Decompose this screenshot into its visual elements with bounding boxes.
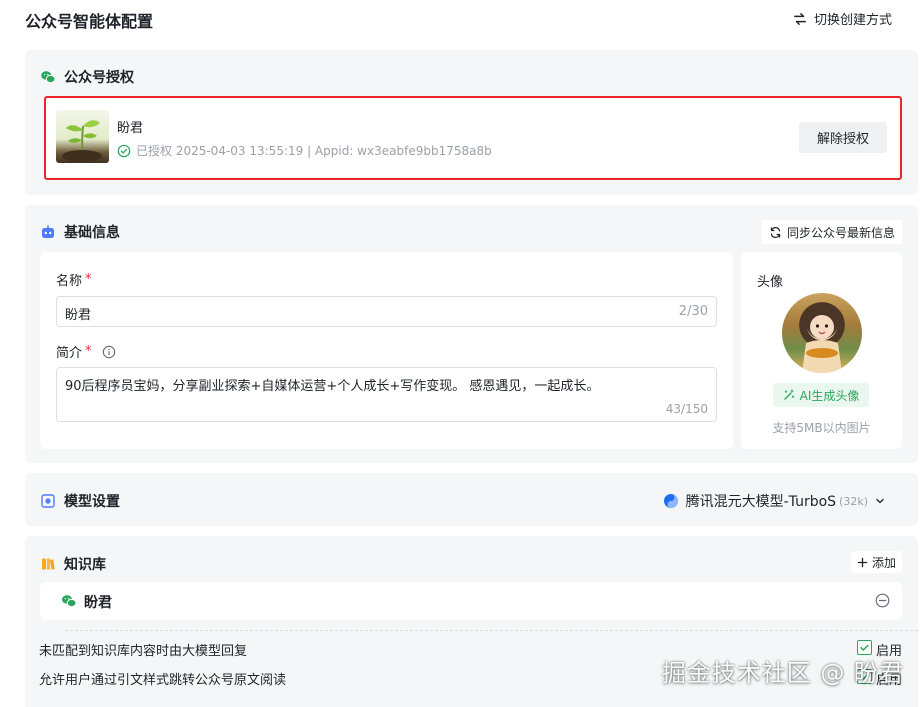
plus-icon — [857, 557, 868, 567]
check-circle-icon — [117, 144, 131, 157]
robot-icon — [40, 224, 56, 240]
knowledge-item: 盼君 — [40, 582, 902, 620]
desc-label-text: 简介 — [56, 346, 83, 361]
description-value: 90后程序员宝妈，分享副业探索+自媒体运营+个人成长+写作变现。 感恩遇见，一起… — [65, 379, 600, 394]
fallback-reply-label: 未匹配到知识库内容时由大模型回复 — [39, 644, 248, 659]
wechat-icon — [62, 595, 77, 608]
name-char-count: 2/30 — [678, 304, 708, 319]
wechat-icon — [40, 69, 56, 85]
auth-status: 已授权 2025-04-03 13:55:19 | Appid: wx3eabf… — [117, 142, 492, 159]
knowledge-item-name: 盼君 — [84, 595, 112, 611]
book-icon — [40, 556, 56, 572]
citation-jump-checkbox[interactable] — [857, 669, 872, 684]
required-mark: * — [85, 272, 92, 287]
model-settings-card: 模型设置 腾讯混元大模型-TurboS (32k) — [25, 473, 918, 526]
account-avatar — [56, 110, 109, 163]
magic-wand-icon — [783, 389, 794, 400]
check-icon — [860, 644, 869, 651]
ai-generate-avatar-label: AI生成头像 — [799, 388, 860, 403]
avatar-panel: 头像 AI生成头像 支持5MB以内图片 — [741, 252, 902, 449]
auth-account-box: 盼君 已授权 2025-04-03 13:55:19 | Appid: wx3e… — [44, 96, 902, 180]
account-name: 盼君 — [117, 121, 144, 136]
fallback-reply-option: 未匹配到知识库内容时由大模型回复 启用 — [39, 638, 902, 659]
swap-icon — [794, 12, 806, 25]
auth-card-header: 公众号授权 — [40, 67, 134, 87]
auth-meta-text: 已授权 2025-04-03 13:55:19 | Appid: wx3eabf… — [136, 144, 492, 158]
model-cube-icon — [40, 493, 56, 509]
auth-card-title: 公众号授权 — [64, 70, 134, 86]
avatar-size-hint: 支持5MB以内图片 — [772, 421, 871, 435]
add-knowledge-label: 添加 — [871, 555, 896, 570]
basic-info-header: 基础信息 — [40, 222, 120, 242]
citation-jump-label: 允许用户通过引文样式跳转公众号原文阅读 — [39, 673, 287, 688]
name-label-text: 名称 — [56, 274, 83, 289]
required-mark: * — [85, 344, 92, 359]
basic-info-title: 基础信息 — [64, 225, 120, 241]
page-title: 公众号智能体配置 — [25, 12, 154, 31]
avatar-image[interactable] — [782, 293, 862, 373]
divider — [65, 630, 918, 631]
sync-info-label: 同步公众号最新信息 — [786, 225, 895, 240]
fallback-reply-checkbox[interactable] — [857, 640, 872, 655]
citation-jump-option: 允许用户通过引文样式跳转公众号原文阅读 启用 — [39, 667, 902, 688]
name-field-label: 名称 * — [56, 270, 92, 289]
switch-create-mode-button[interactable]: 切换创建方式 — [793, 9, 892, 28]
fallback-reply-enable-label: 启用 — [875, 644, 902, 659]
switch-create-mode-label: 切换创建方式 — [813, 13, 892, 28]
avatar-label: 头像 — [757, 275, 784, 290]
model-settings-title: 模型设置 — [64, 494, 120, 510]
name-input-value: 盼君 — [65, 308, 92, 323]
model-select[interactable]: 腾讯混元大模型-TurboS (32k) — [663, 491, 885, 511]
add-knowledge-button[interactable]: 添加 — [850, 551, 902, 573]
ai-generate-avatar-button[interactable]: AI生成头像 — [773, 383, 869, 407]
chevron-down-icon — [876, 498, 884, 504]
remove-circle-icon[interactable] — [875, 593, 890, 608]
name-input[interactable]: 盼君 2/30 — [56, 296, 717, 327]
basic-info-card: 基础信息 同步公众号最新信息 名称 * 盼君 2/30 简介 * 90后程序员宝妈，… — [25, 205, 918, 463]
info-icon[interactable] — [102, 345, 116, 359]
refresh-icon — [770, 226, 781, 238]
auth-card: 公众号授权 盼君 已授权 2025-04-03 13:55:19 | Appid… — [25, 50, 918, 195]
knowledge-base-card: 知识库 添加 盼君 未匹配到知识库内容时由大模型回复 启用 允许用户通过引文样式… — [25, 536, 918, 707]
check-icon — [860, 673, 869, 680]
sync-info-button[interactable]: 同步公众号最新信息 — [761, 220, 902, 244]
unbind-button[interactable]: 解除授权 — [799, 122, 887, 153]
model-name: 腾讯混元大模型-TurboS — [685, 494, 837, 510]
basic-form: 名称 * 盼君 2/30 简介 * 90后程序员宝妈，分享副业探索+自媒体运营+个人… — [40, 252, 733, 449]
model-context: (32k) — [839, 494, 868, 508]
description-char-count: 43/150 — [665, 402, 708, 416]
description-textarea[interactable]: 90后程序员宝妈，分享副业探索+自媒体运营+个人成长+写作变现。 感恩遇见，一起… — [56, 367, 717, 422]
hunyuan-logo-icon — [663, 494, 678, 508]
citation-jump-enable-label: 启用 — [875, 673, 902, 688]
model-settings-header: 模型设置 — [40, 491, 120, 511]
desc-field-label: 简介 * — [56, 342, 116, 361]
knowledge-base-header: 知识库 — [40, 554, 106, 574]
knowledge-base-title: 知识库 — [64, 557, 106, 573]
